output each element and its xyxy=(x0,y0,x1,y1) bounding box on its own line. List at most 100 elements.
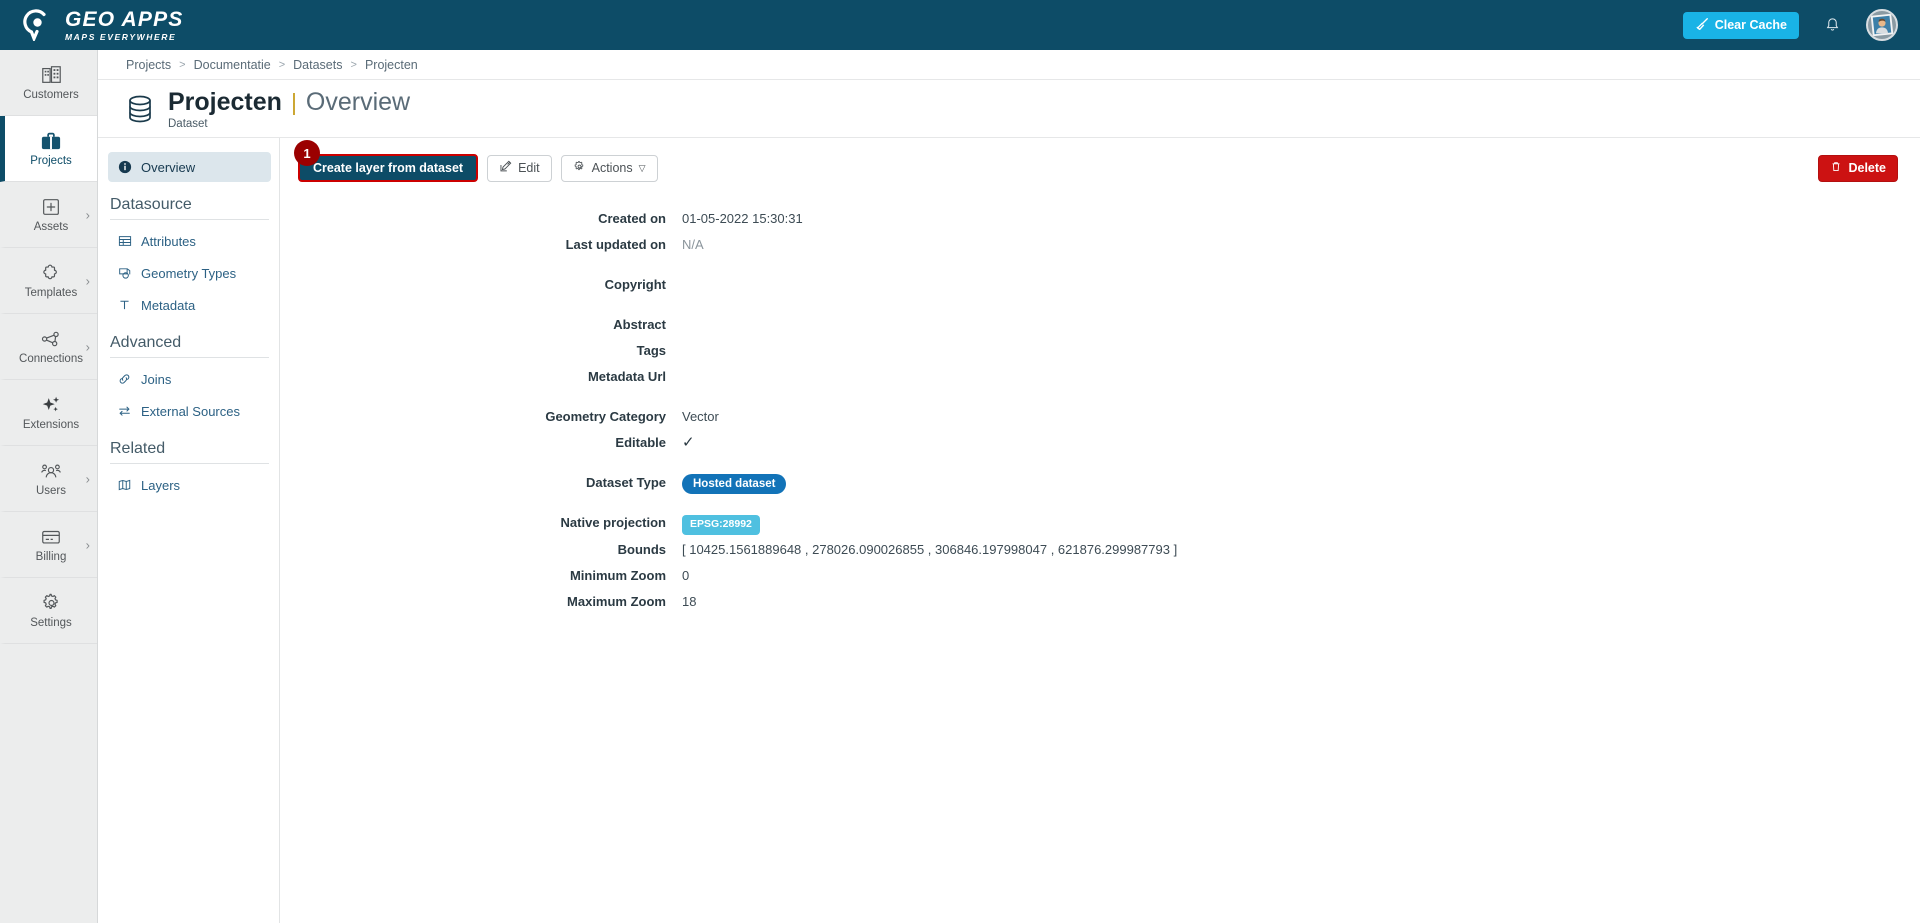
detail-label: Minimum Zoom xyxy=(569,567,666,583)
detail-label: Geometry Category xyxy=(545,409,666,424)
secnav-group-advanced: Advanced xyxy=(110,334,269,358)
content-column: Projects > Documentatie > Datasets > Pro… xyxy=(98,50,1920,923)
chevron-right-icon: › xyxy=(85,273,90,288)
detail-label: Last updated on xyxy=(565,237,666,252)
sidebar-item-extensions[interactable]: Extensions xyxy=(0,380,97,446)
secnav-item-label: Metadata xyxy=(141,297,196,313)
breadcrumb-separator: > xyxy=(179,58,186,71)
page-header: Projecten | Overview Dataset xyxy=(98,80,1920,138)
detail-value: Vector xyxy=(682,409,719,424)
chevron-right-icon: › xyxy=(85,471,90,486)
main-row: Overview Datasource Attributes Geometry … xyxy=(98,138,1920,923)
detail-value: [ 10425.1561889648 , 278026.090026855 , … xyxy=(682,541,1178,557)
create-layer-from-dataset-button[interactable]: Create layer from dataset xyxy=(298,154,479,182)
detail-label: Native projection xyxy=(560,515,666,531)
secnav-item-joins[interactable]: Joins xyxy=(108,364,271,394)
sidebar-item-label: Templates xyxy=(24,287,78,300)
info-circle-icon xyxy=(117,160,132,174)
chevron-right-icon: › xyxy=(85,339,90,354)
sidebar-item-settings[interactable]: Settings xyxy=(0,578,97,644)
sidebar-item-connections[interactable]: Connections › xyxy=(0,314,97,380)
sidebar-item-label: Customers xyxy=(23,89,79,102)
top-bar-actions: Clear Cache xyxy=(1682,9,1898,41)
trash-icon xyxy=(1830,160,1842,176)
dataset-type-badge: Hosted dataset xyxy=(682,474,787,495)
nodes-graph-icon xyxy=(39,327,63,351)
page-section-title: Overview xyxy=(305,87,411,116)
action-toolbar: 1 Create layer from dataset Edit Actions… xyxy=(280,138,1920,182)
detail-row-last-updated-on: Last updated on N/A xyxy=(280,234,1920,256)
native-projection-badge: EPSG:28992 xyxy=(682,515,760,535)
body-row: Customers Projects Assets › Templates › … xyxy=(0,50,1920,923)
link-chain-icon xyxy=(117,372,132,386)
broom-icon xyxy=(1695,17,1709,34)
chevron-down-icon: ▽ xyxy=(638,162,646,173)
dataset-detail-list: Created on 01-05-2022 15:30:31 Last upda… xyxy=(280,182,1920,613)
detail-row-metadata-url: Metadata Url xyxy=(280,366,1920,388)
create-layer-label: Create layer from dataset xyxy=(313,161,464,175)
secnav-item-label: Joins xyxy=(141,371,172,387)
actions-dropdown-button[interactable]: Actions ▽ xyxy=(560,154,658,182)
detail-label: Dataset Type xyxy=(586,475,666,490)
sidebar-item-label: Users xyxy=(35,485,67,498)
sparkles-icon xyxy=(40,393,63,417)
secnav-item-metadata[interactable]: Metadata xyxy=(108,290,271,320)
actions-label: Actions xyxy=(591,161,633,175)
section-nav: Overview Datasource Attributes Geometry … xyxy=(98,138,280,923)
secnav-item-attributes[interactable]: Attributes xyxy=(108,226,271,256)
edit-label: Edit xyxy=(518,161,540,175)
app-root: GEO APPS MAPS EVERYWHERE Clear Cache Cus… xyxy=(0,0,1920,923)
sidebar-item-templates[interactable]: Templates › xyxy=(0,248,97,314)
sidebar-item-label: Extensions xyxy=(22,419,80,432)
detail-label: Bounds xyxy=(617,541,666,557)
secnav-item-external-sources[interactable]: External Sources xyxy=(108,396,271,426)
clear-cache-button[interactable]: Clear Cache xyxy=(1682,11,1799,39)
detail-row-created-on: Created on 01-05-2022 15:30:31 xyxy=(280,208,1920,230)
avatar[interactable] xyxy=(1866,9,1898,41)
gear-icon xyxy=(40,591,63,615)
detail-row-geometry-category: Geometry Category Vector xyxy=(280,406,1920,428)
page-title: Projecten xyxy=(168,87,282,116)
delete-button[interactable]: Delete xyxy=(1818,154,1898,182)
database-cylinder-icon xyxy=(126,93,154,125)
detail-row-dataset-type: Dataset Type Hosted dataset xyxy=(280,472,1920,495)
map-pin-logo-icon xyxy=(22,9,54,43)
sidebar-item-billing[interactable]: Billing › xyxy=(0,512,97,578)
buildings-icon xyxy=(40,63,63,87)
detail-row-editable: Editable ✓ xyxy=(280,432,1920,454)
breadcrumb-item-projecten[interactable]: Projecten xyxy=(365,58,418,72)
sidebar-item-label: Assets xyxy=(33,221,69,234)
breadcrumb-item-documentatie[interactable]: Documentatie xyxy=(194,58,271,72)
step-badge-1: 1 xyxy=(294,140,320,166)
text-t-icon xyxy=(117,298,132,312)
detail-row-minimum-zoom: Minimum Zoom 0 xyxy=(280,565,1920,587)
detail-row-maximum-zoom: Maximum Zoom 18 xyxy=(280,591,1920,613)
secnav-item-geometry-types[interactable]: Geometry Types xyxy=(108,258,271,288)
secnav-group-related: Related xyxy=(110,440,269,464)
table-icon xyxy=(117,234,132,248)
chevron-right-icon: › xyxy=(85,537,90,552)
sidebar-item-label: Connections xyxy=(19,353,83,366)
sidebar-item-customers[interactable]: Customers xyxy=(0,50,97,116)
secnav-item-layers[interactable]: Layers xyxy=(108,470,271,500)
brand-logo[interactable]: GEO APPS MAPS EVERYWHERE xyxy=(22,9,184,43)
detail-value: N/A xyxy=(682,237,704,252)
page-header-titles: Projecten | Overview Dataset xyxy=(168,88,410,130)
edit-button[interactable]: Edit xyxy=(487,154,552,182)
secnav-item-overview[interactable]: Overview xyxy=(108,152,271,182)
users-group-icon xyxy=(39,459,63,483)
detail-label: Created on xyxy=(598,211,666,226)
title-divider: | xyxy=(290,88,297,115)
breadcrumb-item-projects[interactable]: Projects xyxy=(126,58,171,72)
sidebar-item-users[interactable]: Users › xyxy=(0,446,97,512)
credit-card-icon xyxy=(39,525,63,549)
sidebar-item-projects[interactable]: Projects xyxy=(0,116,97,182)
detail-label: Editable xyxy=(615,435,666,450)
detail-row-bounds: Bounds [ 10425.1561889648 , 278026.09002… xyxy=(280,539,1920,561)
sidebar-item-assets[interactable]: Assets › xyxy=(0,182,97,248)
secnav-item-label: Overview xyxy=(141,159,196,175)
breadcrumb-item-datasets[interactable]: Datasets xyxy=(293,58,342,72)
notification-bell-icon[interactable] xyxy=(1825,17,1840,33)
detail-label: Copyright xyxy=(604,277,666,292)
detail-value: Hosted dataset xyxy=(682,472,787,495)
